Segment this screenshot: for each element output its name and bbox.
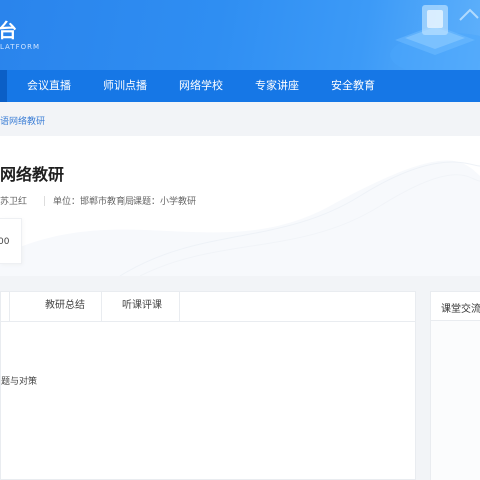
tab-divider xyxy=(9,292,10,322)
meta-divider xyxy=(124,196,125,206)
nav-item-expert-lectures[interactable]: 专家讲座 xyxy=(255,70,299,102)
header-illustration xyxy=(390,5,480,70)
tab-lesson-review[interactable]: 听课评课 xyxy=(122,292,162,322)
view-count: 00 xyxy=(0,237,10,247)
nav-item-conference-live[interactable]: 会议直播 xyxy=(27,70,71,102)
tab-divider xyxy=(179,292,180,322)
site-logo-title: 台 xyxy=(0,20,19,42)
course-title: 网络教研 xyxy=(0,165,65,184)
class-discussion-title: 课堂交流 xyxy=(441,304,480,315)
nav-item-safety-education[interactable]: 安全教育 xyxy=(331,70,375,102)
document-item[interactable]: 题与对策 xyxy=(1,374,37,387)
nav-item-teacher-training[interactable]: 师训点播 xyxy=(103,70,147,102)
breadcrumb-current[interactable]: 语网络教研 xyxy=(0,114,45,127)
class-discussion-panel: 课堂交流 xyxy=(430,291,480,480)
main-nav: 会议直播 师训点播 网络学校 专家讲座 安全教育 xyxy=(0,70,480,102)
site-header: 台 LATFORM xyxy=(0,0,480,70)
tab-divider xyxy=(101,292,102,322)
meta-divider xyxy=(44,196,45,206)
breadcrumb: 语网络教研 xyxy=(0,102,480,136)
course-speaker: 苏卫红 xyxy=(0,197,28,207)
nav-item-online-school[interactable]: 网络学校 xyxy=(179,70,223,102)
course-unit: 单位：邯郸市教育局 xyxy=(53,197,135,207)
course-topic: 课题：小学教研 xyxy=(133,197,197,207)
tab-research-summary[interactable]: 教研总结 xyxy=(45,292,85,322)
course-detail-panel: 教研总结 听课评课 题与对策 xyxy=(0,291,416,480)
nav-active-indicator xyxy=(0,70,7,102)
site-logo-subtitle: LATFORM xyxy=(0,43,41,51)
discussion-area[interactable] xyxy=(431,321,480,480)
detail-tabs: 教研总结 听课评课 xyxy=(1,292,415,322)
course-info-card: 网络教研 苏卫红 单位：邯郸市教育局 课题：小学教研 00 xyxy=(0,136,480,276)
